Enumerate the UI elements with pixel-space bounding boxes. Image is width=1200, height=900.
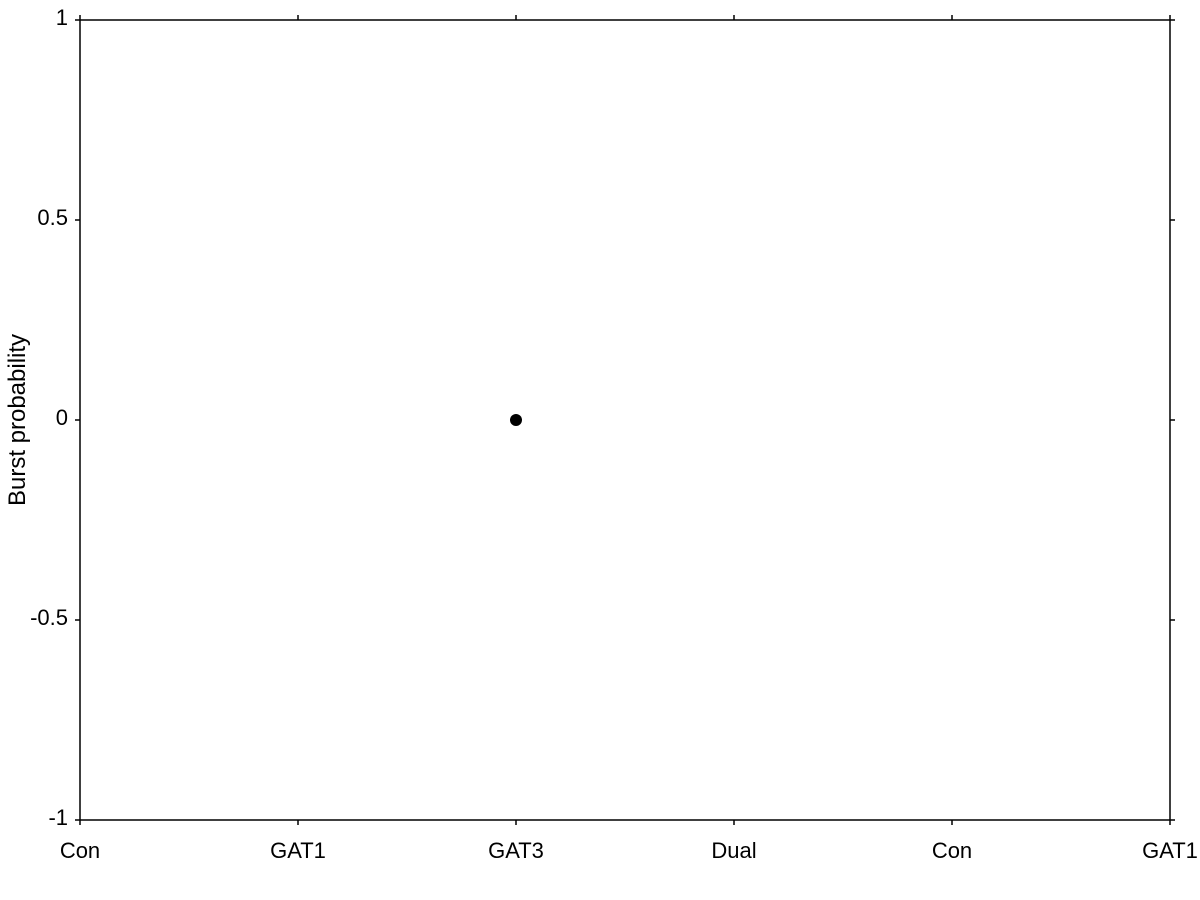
xlabel-con1: Con bbox=[60, 838, 100, 863]
xlabel-con2: Con bbox=[932, 838, 972, 863]
ylabel-neg1: -1 bbox=[48, 805, 68, 830]
xlabel-dual: Dual bbox=[711, 838, 756, 863]
xlabel-gat1-2: GAT1 bbox=[1142, 838, 1198, 863]
ylabel-1: 1 bbox=[56, 5, 68, 30]
y-axis-title: Burst probability bbox=[4, 334, 31, 506]
xlabel-gat3: GAT3 bbox=[488, 838, 544, 863]
ylabel-0: 0 bbox=[56, 405, 68, 430]
xlabel-gat1: GAT1 bbox=[270, 838, 326, 863]
ylabel-0.5: 0.5 bbox=[37, 205, 68, 230]
background bbox=[0, 0, 1200, 900]
ylabel-neg0.5: -0.5 bbox=[30, 605, 68, 630]
chart-container: 1 0.5 0 -0.5 -1 Burst probability Con GA… bbox=[0, 0, 1200, 900]
data-point-gat3 bbox=[510, 414, 522, 426]
